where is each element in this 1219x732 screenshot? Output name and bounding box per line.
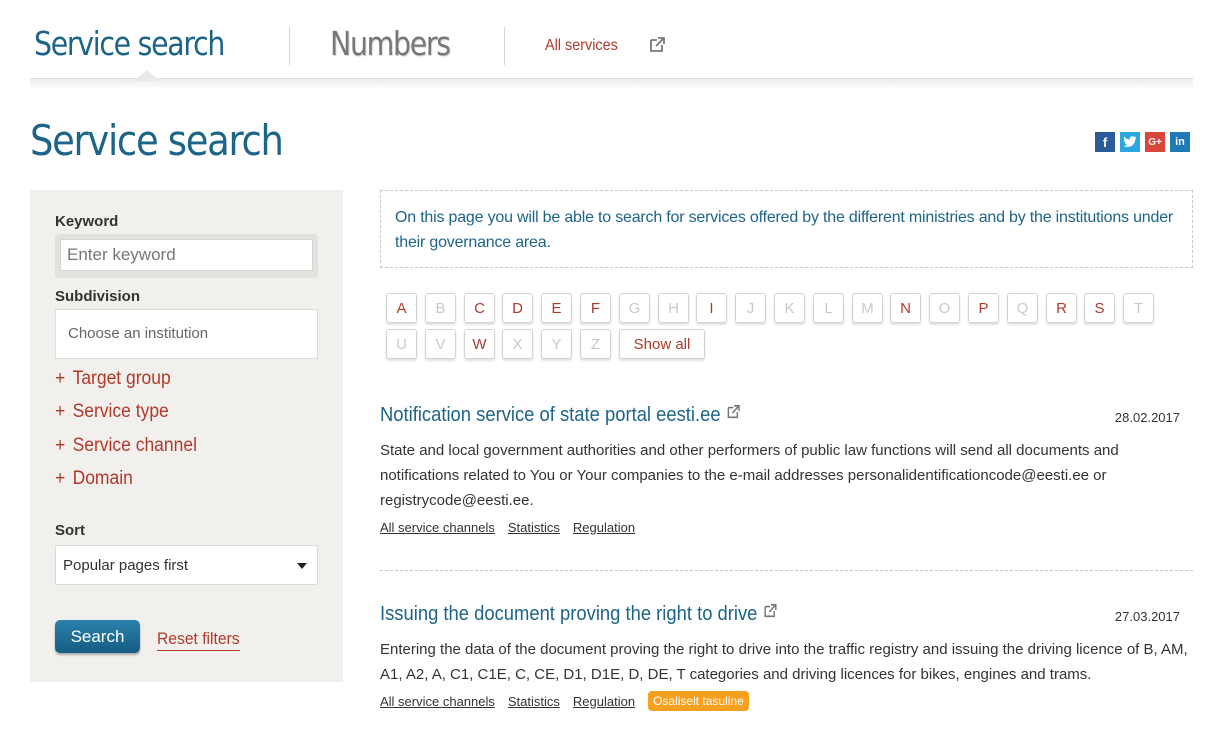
result-item: Issuing the document proving the right t… bbox=[380, 603, 1193, 728]
show-all-button[interactable]: Show all bbox=[619, 329, 705, 359]
result-description: State and local government authorities a… bbox=[380, 442, 1119, 509]
dropdown-arrow-icon bbox=[297, 563, 307, 569]
letter-k-button: K bbox=[774, 293, 805, 323]
result-title[interactable]: Issuing the document proving the right t… bbox=[380, 603, 778, 626]
info-text: On this page you will be able to search … bbox=[395, 209, 1174, 251]
letter-p-button[interactable]: P bbox=[968, 293, 999, 323]
filter-service-type[interactable]: + Service type bbox=[55, 401, 169, 423]
result-date: 27.03.2017 bbox=[1114, 609, 1180, 624]
social-share: f G+ in bbox=[1095, 132, 1190, 152]
filter-target-group[interactable]: + Target group bbox=[55, 368, 171, 390]
link-regulation[interactable]: Regulation bbox=[573, 694, 635, 709]
subdivision-label: Subdivision bbox=[55, 288, 141, 305]
filter-sidebar: Keyword Subdivision Choose an institutio… bbox=[30, 190, 343, 682]
facebook-icon[interactable]: f bbox=[1095, 132, 1115, 152]
nav-divider bbox=[504, 27, 505, 65]
tab-numbers[interactable]: Numbers bbox=[330, 24, 451, 63]
letter-e-button[interactable]: E bbox=[541, 293, 572, 323]
letter-z-button: Z bbox=[580, 329, 611, 359]
external-link-icon[interactable] bbox=[648, 36, 666, 54]
result-links: All service channels Statistics Regulati… bbox=[380, 520, 635, 535]
external-link-icon[interactable] bbox=[763, 603, 778, 619]
link-all-service-channels[interactable]: All service channels bbox=[380, 520, 495, 535]
plus-icon: + bbox=[55, 368, 66, 389]
active-tab-pointer bbox=[134, 70, 160, 81]
search-button[interactable]: Search bbox=[55, 620, 140, 653]
result-title-text[interactable]: Issuing the document proving the right t… bbox=[380, 603, 757, 625]
link-regulation[interactable]: Regulation bbox=[573, 520, 635, 535]
filter-domain[interactable]: + Domain bbox=[55, 468, 133, 490]
letter-t-button: T bbox=[1123, 293, 1154, 323]
letter-b-button: B bbox=[425, 293, 456, 323]
letter-o-button: O bbox=[929, 293, 960, 323]
keyword-field-wrapper bbox=[55, 234, 318, 278]
letter-y-button: Y bbox=[541, 329, 572, 359]
top-navigation: Service search Numbers All services bbox=[30, 0, 1193, 90]
sort-label: Sort bbox=[55, 522, 85, 539]
filter-label: Target group bbox=[72, 368, 171, 389]
letter-i-button[interactable]: I bbox=[696, 293, 727, 323]
letter-c-button[interactable]: C bbox=[464, 293, 495, 323]
plus-icon: + bbox=[55, 468, 66, 489]
result-title[interactable]: Notification service of state portal ees… bbox=[380, 404, 741, 427]
letter-h-button: H bbox=[658, 293, 689, 323]
letter-x-button: X bbox=[502, 329, 533, 359]
all-services-link[interactable]: All services bbox=[545, 37, 618, 55]
subdivision-select[interactable]: Choose an institution bbox=[55, 309, 318, 359]
info-box: On this page you will be able to search … bbox=[380, 190, 1193, 268]
keyword-input[interactable] bbox=[60, 239, 313, 271]
letter-l-button: L bbox=[813, 293, 844, 323]
paid-badge: Osaliselt tasuline bbox=[648, 691, 749, 711]
link-statistics[interactable]: Statistics bbox=[508, 520, 560, 535]
nav-shadow-bar bbox=[30, 78, 1193, 90]
plus-icon: + bbox=[55, 435, 66, 456]
letter-a-button[interactable]: A bbox=[386, 293, 417, 323]
letter-d-button[interactable]: D bbox=[502, 293, 533, 323]
subdivision-placeholder: Choose an institution bbox=[68, 325, 209, 342]
letter-r-button[interactable]: R bbox=[1046, 293, 1077, 323]
result-date: 28.02.2017 bbox=[1114, 410, 1180, 425]
link-statistics[interactable]: Statistics bbox=[508, 694, 560, 709]
google-plus-icon[interactable]: G+ bbox=[1145, 132, 1165, 152]
result-description: Entering the data of the document provin… bbox=[380, 641, 1188, 683]
letter-w-button[interactable]: W bbox=[464, 329, 495, 359]
letter-s-button[interactable]: S bbox=[1084, 293, 1115, 323]
filter-label: Service type bbox=[72, 401, 169, 422]
filter-label: Domain bbox=[72, 468, 133, 489]
filter-service-channel[interactable]: + Service channel bbox=[55, 435, 197, 457]
twitter-icon[interactable] bbox=[1120, 132, 1140, 152]
link-all-service-channels[interactable]: All service channels bbox=[380, 694, 495, 709]
letter-q-button: Q bbox=[1007, 293, 1038, 323]
letter-n-button[interactable]: N bbox=[890, 293, 921, 323]
letter-u-button: U bbox=[386, 329, 417, 359]
page-title: Service search bbox=[30, 116, 284, 165]
result-title-text[interactable]: Notification service of state portal ees… bbox=[380, 404, 721, 426]
sort-select[interactable]: Popular pages first bbox=[55, 545, 318, 585]
letter-m-button: M bbox=[852, 293, 883, 323]
result-item: Notification service of state portal ees… bbox=[380, 404, 1193, 544]
keyword-label: Keyword bbox=[55, 213, 119, 230]
reset-filters-link[interactable]: Reset filters bbox=[157, 629, 240, 651]
letter-v-button: V bbox=[425, 329, 456, 359]
letter-j-button: J bbox=[735, 293, 766, 323]
result-divider bbox=[380, 570, 1193, 571]
letter-g-button: G bbox=[619, 293, 650, 323]
filter-label: Service channel bbox=[72, 435, 197, 456]
linkedin-icon[interactable]: in bbox=[1170, 132, 1190, 152]
tab-service-search[interactable]: Service search bbox=[34, 24, 225, 63]
external-link-icon[interactable] bbox=[726, 404, 741, 420]
nav-divider bbox=[289, 27, 290, 65]
sort-value: Popular pages first bbox=[63, 557, 189, 574]
letter-f-button[interactable]: F bbox=[580, 293, 611, 323]
result-links: All service channels Statistics Regulati… bbox=[380, 691, 749, 711]
plus-icon: + bbox=[55, 401, 66, 422]
